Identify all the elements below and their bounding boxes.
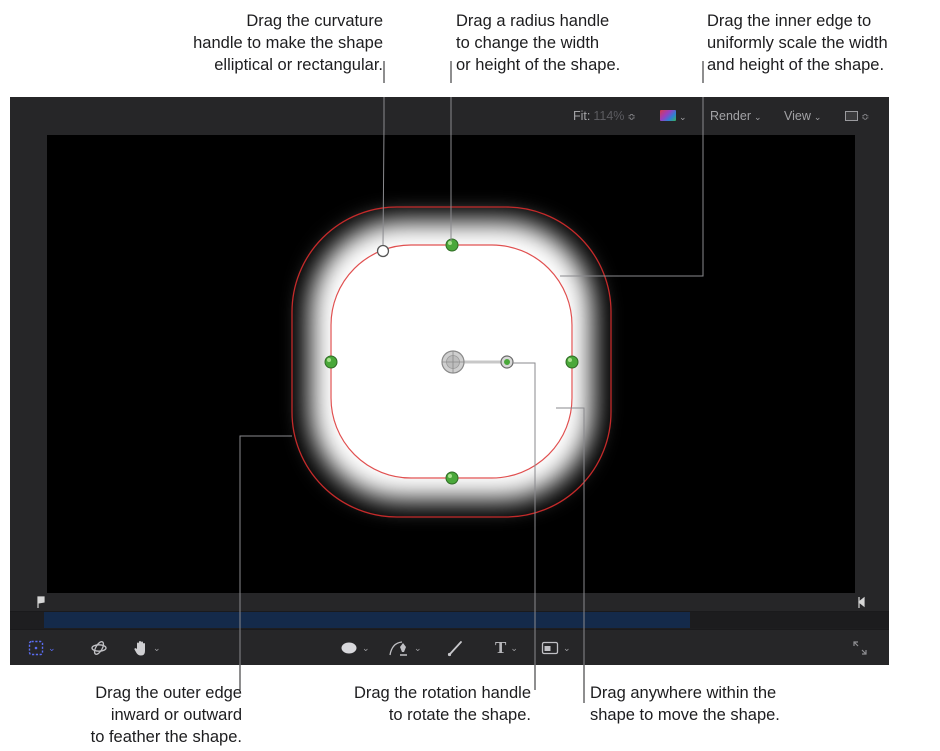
shape-tool-button[interactable]: ⌄ (340, 638, 370, 658)
expand-arrows-icon (853, 641, 867, 655)
fit-zoom-control[interactable]: Fit: 114% ≎ (573, 108, 636, 124)
chevron-down-icon: ⌄ (754, 112, 762, 122)
curvature-handle[interactable] (376, 244, 390, 258)
callout-line: uniformly scale the width (707, 34, 888, 52)
rotation-handle[interactable] (500, 355, 514, 369)
shape-overlay (291, 206, 612, 518)
viewer-layout-menu[interactable]: ≎ (845, 108, 869, 124)
stepper-arrows-icon: ≎ (627, 112, 636, 123)
render-menu[interactable]: Render ⌄ (710, 108, 762, 124)
callout-line: to change the width (456, 34, 600, 52)
dashed-transform-icon (28, 640, 44, 656)
callout-radius-handle: Drag a radius handle to change the width… (456, 10, 620, 76)
radius-handle-top[interactable] (445, 238, 459, 252)
3d-orbit-icon (91, 641, 107, 655)
canvas-toolbar: ⌄ ⌄ ⌄ ⌄ T ⌄ ⌄ (10, 629, 889, 665)
callout-curvature-handle: Drag the curvature handle to make the sh… (193, 10, 383, 76)
callout-line: Drag a radius handle (456, 12, 610, 30)
paint-stroke-tool-button[interactable] (446, 638, 464, 658)
callout-line: or height of the shape. (456, 56, 621, 74)
channels-menu[interactable]: ⌄ (660, 108, 687, 124)
chevron-down-icon: ⌄ (813, 112, 822, 122)
chevron-down-icon: ⌄ (48, 642, 56, 653)
callout-line: and height of the shape. (707, 56, 885, 74)
ellipse-icon (341, 642, 357, 654)
callout-line: Drag the inner edge to (707, 12, 872, 30)
callout-line: Drag the rotation handle (353, 684, 531, 702)
timeline-ruler[interactable] (10, 593, 889, 612)
canvas-area (10, 135, 889, 593)
center-move-handle[interactable] (441, 350, 465, 374)
transform-tool-button[interactable]: ⌄ (28, 638, 56, 658)
hand-icon (134, 640, 145, 655)
chevron-down-icon: ⌄ (362, 642, 370, 653)
3d-transform-tool-button[interactable] (90, 638, 108, 658)
fit-value: 114% (593, 109, 625, 123)
mask-tool-button[interactable]: ⌄ (541, 638, 571, 658)
callout-move-shape: Drag anywhere within the shape to move t… (590, 682, 780, 726)
timeline-play-range[interactable] (44, 612, 690, 628)
callout-line: Drag anywhere within the (590, 684, 777, 702)
radius-handle-left[interactable] (324, 355, 338, 369)
view-menu-label: View (784, 109, 811, 123)
callout-inner-edge: Drag the inner edge to uniformly scale t… (707, 10, 888, 76)
view-menu[interactable]: View ⌄ (784, 108, 821, 124)
chevron-down-icon: ⌄ (679, 112, 687, 122)
brush-icon (447, 641, 462, 657)
callout-line: inward or outward (110, 706, 242, 724)
callout-outer-edge: Drag the outer edge inward or outward to… (91, 682, 242, 748)
text-tool-icon: T (495, 638, 507, 657)
callout-line: to rotate the shape. (388, 706, 531, 724)
canvas[interactable] (47, 135, 855, 593)
chevron-down-icon: ⌄ (563, 642, 571, 653)
out-point-marker-icon[interactable] (857, 596, 865, 609)
callout-line: elliptical or rectangular. (214, 56, 383, 74)
callout-line: to feather the shape. (90, 728, 242, 746)
stepper-arrows-icon: ≎ (861, 112, 870, 123)
radius-handle-bottom[interactable] (445, 471, 459, 485)
callout-line: Drag the curvature (246, 12, 383, 30)
callout-line: handle to make the shape (193, 34, 383, 52)
chevron-down-icon: ⌄ (153, 642, 161, 653)
callout-line: Drag the outer edge (95, 684, 242, 702)
render-menu-label: Render (710, 109, 751, 123)
mask-icon (541, 641, 559, 655)
pen-icon (389, 641, 407, 656)
text-tool-button[interactable]: T ⌄ (495, 638, 518, 658)
color-channels-icon (660, 110, 676, 121)
fit-label: Fit: (573, 109, 591, 123)
bezier-tool-button[interactable]: ⌄ (388, 638, 422, 658)
square-layout-icon (845, 111, 858, 121)
motion-canvas-window: Fit: 114% ≎ ⌄ Render ⌄ View ⌄ ≎ ⌄ ⌄ ⌄ ⌄ … (10, 97, 889, 665)
in-point-marker-icon[interactable] (37, 596, 45, 609)
chevron-down-icon: ⌄ (510, 642, 518, 653)
chevron-down-icon: ⌄ (414, 642, 422, 653)
expand-button[interactable] (852, 638, 868, 658)
callout-rotation-handle: Drag the rotation handle to rotate the s… (354, 682, 531, 726)
pan-tool-button[interactable]: ⌄ (133, 638, 161, 658)
callout-line: shape to move the shape. (590, 706, 780, 724)
viewer-top-bar: Fit: 114% ≎ ⌄ Render ⌄ View ⌄ ≎ (10, 97, 889, 135)
timeline-track (690, 612, 889, 628)
mini-timeline[interactable] (10, 593, 889, 629)
radius-handle-right[interactable] (565, 355, 579, 369)
